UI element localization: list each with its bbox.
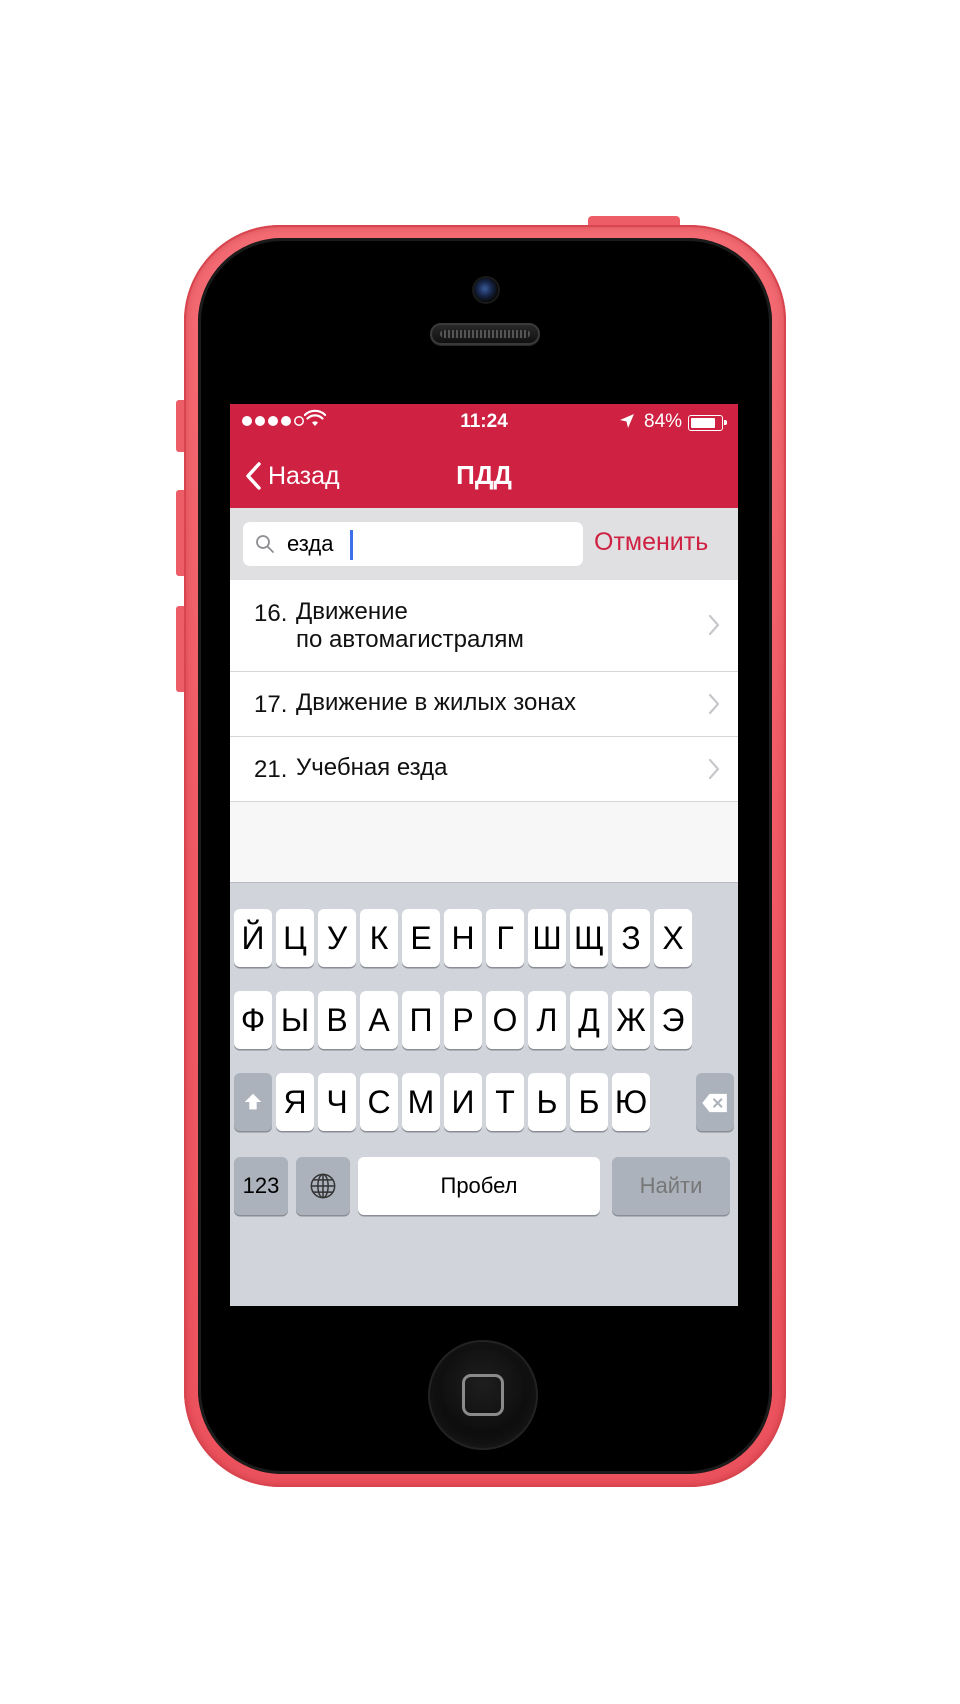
item-number: 21. [254, 756, 288, 783]
list-item[interactable]: 17. Движение в жилых зонах [230, 672, 738, 737]
list-item[interactable]: 16. Движение по автомагистралям [230, 580, 738, 672]
item-title: Движение в жилых зонах [296, 689, 576, 716]
backspace-key[interactable] [696, 1073, 734, 1131]
backspace-icon [702, 1093, 727, 1113]
letter-key[interactable]: Н [444, 909, 482, 967]
text-cursor [350, 530, 353, 560]
letter-key[interactable]: Ц [276, 909, 314, 967]
battery-nub [724, 420, 727, 425]
letter-key[interactable]: Щ [570, 909, 608, 967]
letter-key[interactable]: Ч [318, 1073, 356, 1131]
globe-key[interactable] [296, 1157, 350, 1215]
home-button[interactable] [428, 1340, 538, 1450]
status-bar: 11:24 84% [230, 404, 738, 440]
front-camera [474, 278, 498, 302]
battery-percent: 84% [644, 411, 683, 432]
letter-key[interactable]: Х [654, 909, 692, 967]
search-key[interactable]: Найти [612, 1157, 730, 1215]
item-title: Движение по автомагистралям [296, 598, 686, 654]
keyboard: 123 Пробел Найти ЙЦУКЕНГШЩЗХ ФЫВАПРОЛДЖЭ Я… [230, 882, 738, 1306]
letter-key[interactable]: О [486, 991, 524, 1049]
letter-key[interactable]: Ж [612, 991, 650, 1049]
list-item[interactable]: 21. Учебная езда [230, 737, 738, 802]
letter-key[interactable]: Р [444, 991, 482, 1049]
search-input[interactable] [287, 531, 577, 557]
search-field[interactable] [243, 522, 583, 566]
letter-key[interactable]: Т [486, 1073, 524, 1131]
battery-level [691, 418, 716, 428]
cancel-button[interactable]: Отменить [594, 528, 708, 557]
item-number: 17. [254, 691, 288, 718]
earpiece-speaker [430, 323, 540, 345]
item-title: Учебная езда [296, 754, 448, 781]
letter-key[interactable]: Д [570, 991, 608, 1049]
letter-key[interactable]: Е [402, 909, 440, 967]
letter-key[interactable]: У [318, 909, 356, 967]
letter-key[interactable]: Ь [528, 1073, 566, 1131]
battery-icon [688, 415, 723, 431]
numbers-key[interactable]: 123 [234, 1157, 288, 1215]
letter-key[interactable]: П [402, 991, 440, 1049]
item-title-line: Движение [296, 598, 408, 625]
letter-key[interactable]: Я [276, 1073, 314, 1131]
letter-key[interactable]: А [360, 991, 398, 1049]
results-list: 16. Движение по автомагистралям 17. Движ… [230, 580, 738, 802]
shift-arrow-icon [244, 1093, 262, 1110]
letter-key[interactable]: Б [570, 1073, 608, 1131]
page-title: ПДД [456, 460, 512, 490]
letter-key[interactable]: В [318, 991, 356, 1049]
chevron-right-icon [708, 693, 720, 715]
search-icon [256, 535, 274, 553]
app-screen: 11:24 84% Назад ПДД Отмен [230, 404, 738, 1306]
letter-key[interactable]: С [360, 1073, 398, 1131]
letter-key[interactable]: Ф [234, 991, 272, 1049]
chevron-right-icon [708, 614, 720, 636]
letter-key[interactable]: З [612, 909, 650, 967]
letter-key[interactable]: Г [486, 909, 524, 967]
letter-key[interactable]: Й [234, 909, 272, 967]
letter-key[interactable]: Ш [528, 909, 566, 967]
letter-key[interactable]: Л [528, 991, 566, 1049]
item-number: 16. [254, 600, 288, 627]
letter-key[interactable]: Э [654, 991, 692, 1049]
navigation-bar: 11:24 84% Назад ПДД [230, 404, 738, 508]
letter-key[interactable]: М [402, 1073, 440, 1131]
space-key[interactable]: Пробел [358, 1157, 600, 1215]
chevron-right-icon [708, 758, 720, 780]
item-title-line: по автомагистралям [296, 626, 524, 653]
search-bar: Отменить [230, 508, 738, 581]
globe-icon [310, 1173, 336, 1199]
location-arrow-icon [620, 414, 634, 428]
letter-key[interactable]: Ю [612, 1073, 650, 1131]
letter-key[interactable]: Ы [276, 991, 314, 1049]
letter-key[interactable]: К [360, 909, 398, 967]
letter-key[interactable]: И [444, 1073, 482, 1131]
shift-key[interactable] [234, 1073, 272, 1131]
